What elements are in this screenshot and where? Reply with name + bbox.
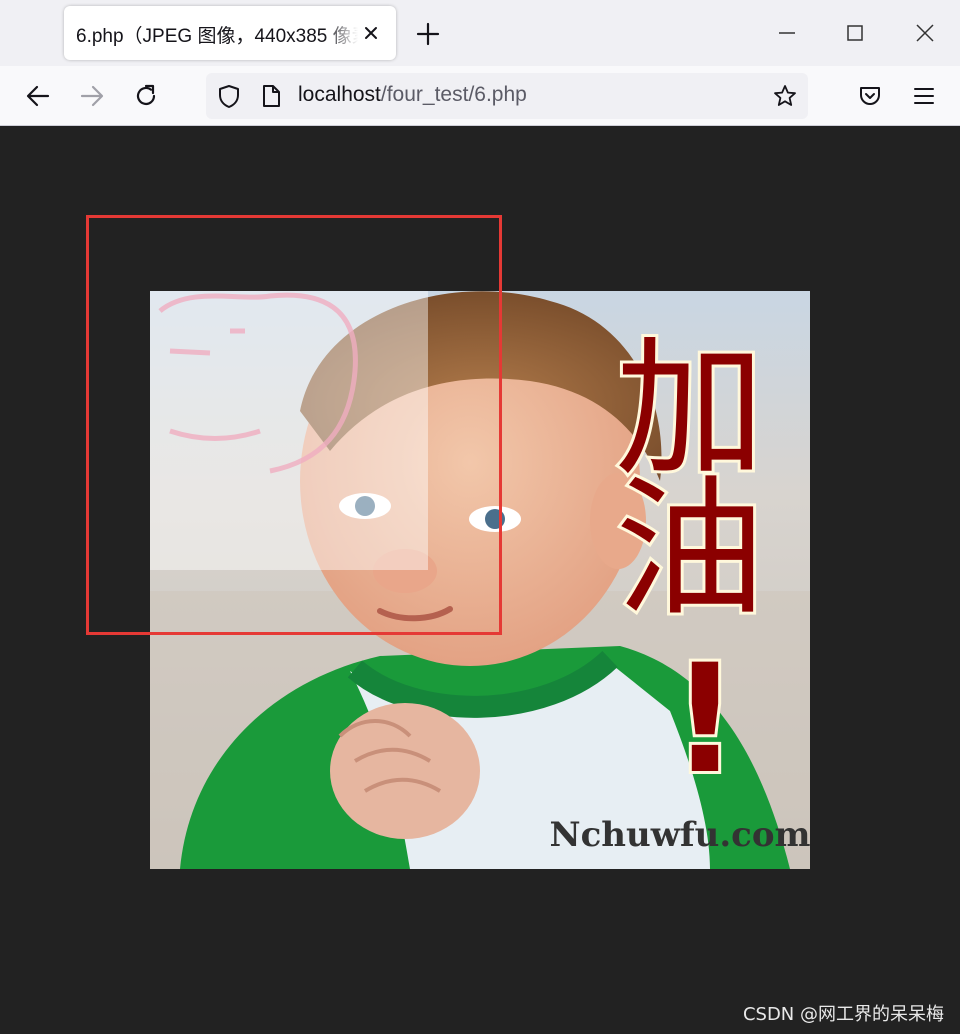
roi-rectangle [86, 215, 502, 635]
csdn-watermark: CSDN @网工界的呆呆梅 [742, 1004, 944, 1025]
image-viewer: 加 油 ! Nchuwfu.com CSDN @网工界的呆呆梅 [0, 127, 960, 1034]
page-icon[interactable] [258, 83, 284, 109]
url-text[interactable]: localhost/four_test/6.php [298, 83, 527, 107]
plus-icon[interactable] [414, 20, 442, 48]
pocket-icon[interactable] [856, 82, 884, 110]
minimize-icon[interactable] [774, 20, 800, 46]
tab-strip: 6.php（JPEG 图像，440x385 像素） [0, 0, 960, 66]
reload-icon[interactable] [132, 82, 160, 110]
url-bar[interactable]: localhost/four_test/6.php [206, 73, 808, 119]
url-path: /four_test/6.php [380, 83, 527, 106]
caption-exclamation: ! [671, 633, 739, 807]
star-icon[interactable] [772, 83, 798, 109]
hamburger-icon[interactable] [910, 82, 938, 110]
arrow-right-icon[interactable] [78, 82, 106, 110]
site-mark: Nchuwfu.com [549, 815, 810, 855]
url-host: localhost [298, 83, 381, 106]
nav-bar: localhost/four_test/6.php [0, 66, 960, 126]
tab-title: 6.php（JPEG 图像，440x385 像素） [76, 26, 358, 47]
arrow-left-icon[interactable] [24, 82, 52, 110]
maximize-icon[interactable] [842, 20, 868, 46]
close-window-icon[interactable] [912, 20, 938, 46]
caption-char-2: 油 [615, 463, 765, 637]
active-tab[interactable]: 6.php（JPEG 图像，440x385 像素） [64, 6, 396, 60]
shield-icon[interactable] [216, 83, 242, 109]
close-icon[interactable] [360, 22, 382, 44]
